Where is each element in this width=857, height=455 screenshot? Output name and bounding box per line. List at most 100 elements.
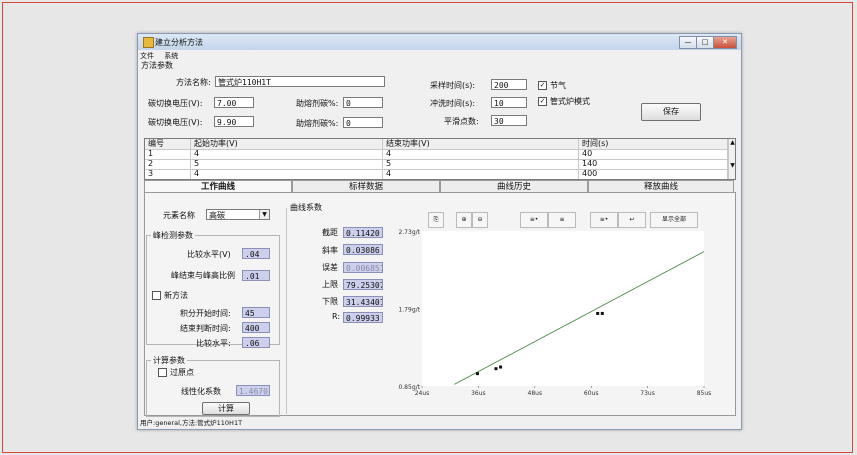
new-method-label: 新方法 [164, 291, 188, 300]
x-tick-label: 48us [528, 390, 543, 397]
table-row[interactable]: 3 4 4 400 [145, 169, 728, 179]
compare-level2-input[interactable]: .06 [242, 337, 270, 348]
calc-params-title: 计算参数 [151, 355, 187, 366]
save-button[interactable]: 保存 [641, 103, 701, 121]
element-value: 高碳 [209, 211, 225, 220]
title-bar[interactable]: 建立分析方法 — □ ✕ [138, 34, 741, 50]
data-point [494, 367, 498, 371]
furnace-mode-checkbox[interactable]: ✓ 管式炉模式 [538, 96, 590, 107]
col-time-header[interactable]: 时间(s) [579, 139, 728, 149]
compare-level-input[interactable]: .04 [242, 248, 270, 259]
peak-end-ratio-input[interactable]: .01 [242, 270, 270, 281]
compare-level2-label: 比较水平: [196, 339, 231, 348]
cell-time: 400 [579, 169, 728, 179]
y-tick-label: 1.79g/t [398, 307, 420, 314]
curve-coef-title: 曲线系数 [288, 202, 324, 213]
calibration-chart[interactable]: 0.85g/t1.79g/t2.73g/t24us 36us 48us 60us 73u… [388, 220, 718, 410]
col-start-header[interactable]: 起始功率(V) [191, 139, 383, 149]
chevron-down-icon[interactable]: ▼ [259, 210, 269, 219]
menu-file[interactable]: 文件 [140, 52, 154, 60]
cutoff-high-input[interactable]: 7.00 [214, 97, 254, 108]
sample-time-label: 采样时间(s): [430, 81, 476, 90]
x-tick-label: 73us [640, 390, 655, 397]
scroll-down-icon[interactable]: ▼ [729, 162, 735, 169]
r-label: R: [332, 312, 341, 321]
intercept-value: 0.11420 [343, 227, 383, 238]
lower-label: 下限 [322, 297, 338, 306]
gas-save-checkbox[interactable]: ✓ 节气 [538, 80, 566, 91]
error-value: 0.006851 [343, 262, 383, 273]
coef-divider [286, 208, 288, 414]
x-tick-label: 24us [415, 390, 430, 397]
calc-button[interactable]: 计算 [202, 402, 250, 415]
end-judge-input[interactable]: 400 [242, 322, 270, 333]
data-point [475, 372, 479, 376]
cell-start: 5 [191, 159, 383, 169]
tab-curve-history[interactable]: 曲线历史 [440, 180, 588, 192]
upper-label: 上限 [322, 280, 338, 289]
cell-time: 40 [579, 149, 728, 159]
app-icon [143, 37, 154, 48]
integ-start-input[interactable]: 45 [242, 307, 270, 318]
smooth-label: 平滑点数: [444, 117, 479, 126]
cell-id: 1 [145, 149, 191, 159]
upper-value: 79.25307 [343, 279, 383, 290]
error-label: 误差 [322, 263, 338, 272]
segment-table: 编号 起始功率(V) 结束功率(V) 时间(s) 1 4 4 40 2 5 5 … [144, 138, 736, 180]
method-name-input[interactable]: 管式炉110H1T [215, 76, 385, 87]
cell-id: 2 [145, 159, 191, 169]
cell-time: 140 [579, 159, 728, 169]
purge-time-input[interactable]: 10 [491, 97, 527, 108]
assist1-label: 助熔剂碳%: [296, 99, 339, 108]
tab-release-curve[interactable]: 释放曲线 [588, 180, 734, 192]
checkbox-empty-icon [152, 291, 161, 300]
check-icon: ✓ [538, 97, 547, 106]
element-label: 元素名称 [163, 211, 195, 220]
col-id-header[interactable]: 编号 [145, 139, 191, 149]
assist2-label: 助熔剂碳%: [296, 119, 339, 128]
purge-time-label: 冲洗时间(s): [430, 99, 476, 108]
origin-checkbox[interactable]: 过原点 [158, 367, 194, 378]
new-method-checkbox[interactable]: 新方法 [152, 290, 188, 301]
r-value: 0.99933 [343, 312, 383, 323]
close-button[interactable]: ✕ [713, 36, 737, 49]
assist1-input[interactable]: 0 [343, 97, 383, 108]
sample-time-input[interactable]: 200 [491, 79, 527, 90]
plot-area [422, 231, 704, 386]
maximize-button[interactable]: □ [696, 36, 714, 49]
method-params-title: 方法参数 [141, 61, 173, 70]
tab-bar: 工作曲线 标样数据 曲线历史 释放曲线 [144, 180, 734, 192]
cutoff-low-input[interactable]: 9.90 [214, 116, 254, 127]
slope-value: 0.03086 [343, 244, 383, 255]
cell-end: 4 [383, 149, 579, 159]
x-tick-label: 85us [697, 390, 712, 397]
peak-end-ratio-label: 峰结束与峰高比例 [171, 271, 235, 280]
scroll-up-icon[interactable]: ▲ [729, 139, 735, 146]
assist2-input[interactable]: 0 [343, 117, 383, 128]
tab-work-curve[interactable]: 工作曲线 [144, 180, 292, 192]
col-end-header[interactable]: 结束功率(V) [383, 139, 579, 149]
linear-coef-input[interactable]: 1.4670 [236, 385, 270, 396]
menu-system[interactable]: 系统 [164, 52, 178, 60]
method-name-label: 方法名称: [176, 78, 211, 87]
lower-value: 31.43401 [343, 296, 383, 307]
window-title: 建立分析方法 [155, 38, 203, 47]
smooth-input[interactable]: 30 [491, 115, 527, 126]
origin-label: 过原点 [170, 368, 194, 377]
slope-label: 斜率 [322, 246, 338, 255]
data-point [596, 311, 600, 315]
table-scrollbar[interactable]: ▲ ▼ [728, 139, 735, 179]
element-select[interactable]: 高碳 ▼ [206, 209, 270, 220]
cell-start: 4 [191, 149, 383, 159]
checkbox-empty-icon [158, 368, 167, 377]
gas-save-label: 节气 [550, 81, 566, 90]
compare-level-label: 比较水平(V) [187, 250, 231, 259]
minimize-button[interactable]: — [679, 36, 697, 49]
data-point [600, 311, 604, 315]
cell-start: 4 [191, 169, 383, 179]
cutoff-low-label: 碳切换电压(V): [148, 118, 203, 127]
cell-id: 3 [145, 169, 191, 179]
data-point [499, 365, 503, 369]
cell-end: 4 [383, 169, 579, 179]
tab-standard-data[interactable]: 标样数据 [292, 180, 440, 192]
